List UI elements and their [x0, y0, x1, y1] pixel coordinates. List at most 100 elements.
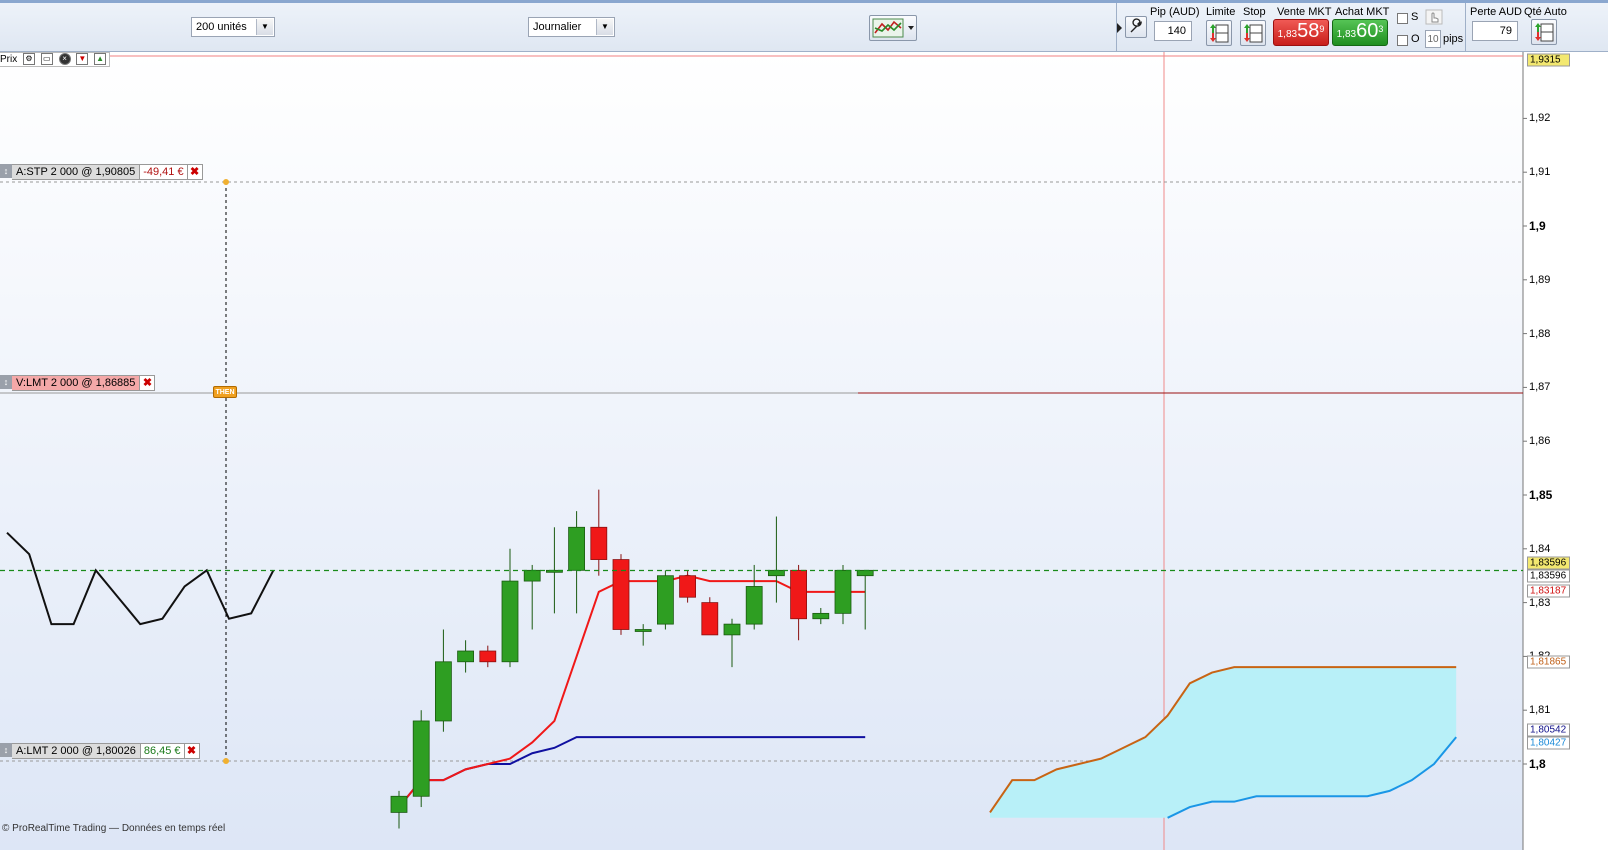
quantity-select[interactable]: 200 unités ▼ [191, 17, 275, 37]
candle-body [434, 661, 452, 722]
candle-body [590, 526, 608, 560]
limit-label: Limite [1206, 6, 1236, 18]
price-axis-tick: 1,88 [1529, 327, 1551, 340]
pips-label: pips [1443, 33, 1464, 45]
buy-price-small: 1,83 [1336, 29, 1357, 40]
s-label: S [1411, 11, 1419, 23]
cancel-order-icon[interactable]: ✖ [184, 743, 200, 759]
price-axis-tick: 1,92 [1529, 112, 1551, 125]
candle-body [634, 629, 652, 632]
price-tag-senkou-a: 1,80427 [1527, 736, 1570, 750]
sell-market-label: Vente MKT [1277, 6, 1332, 18]
cancel-order-icon[interactable]: ✖ [187, 164, 203, 180]
prix-label: Prix [0, 54, 18, 65]
chevron-down-icon: ▼ [256, 19, 273, 35]
order-link-top-handle[interactable] [223, 179, 229, 185]
toolbar-separator [1465, 3, 1466, 51]
loss-input[interactable]: 79 [1472, 21, 1518, 41]
buy-price-big: 60 [1356, 20, 1379, 42]
hand-cursor-icon[interactable] [1425, 8, 1445, 26]
buy-price-sup: 3 [1378, 24, 1384, 34]
then-badge[interactable]: THEN [213, 386, 237, 398]
expand-arrow-icon[interactable] [1117, 23, 1123, 33]
price-axis-tick: 1,84 [1529, 542, 1551, 555]
candle-body [812, 612, 830, 620]
candle-body [701, 602, 719, 636]
price-axis-tick: 1,8 [1529, 757, 1546, 771]
buy-market-button[interactable]: 1,83603 [1332, 19, 1388, 46]
candle-body [390, 795, 408, 813]
trading-toolbar: 200 unités ▼ Journalier ▼ Pip (AUD) 140 … [0, 0, 1608, 52]
order-label-limit-sell[interactable]: ↕ V:LMT 2 000 @ 1,86885 ✖ [0, 375, 156, 391]
price-tag-kijun: 1,80542 [1527, 723, 1570, 737]
wrench-icon [1130, 18, 1142, 33]
price-tag-current: 1,83596 [1527, 556, 1570, 570]
stop-order-button[interactable] [1240, 20, 1266, 46]
order-label-stop-buy[interactable]: ↕ A:STP 2 000 @ 1,90805 -49,41 € ✖ [0, 164, 203, 180]
price-axis-tick: 1,81 [1529, 704, 1551, 717]
window-icon[interactable]: ▭ [40, 53, 53, 66]
drag-handle-icon[interactable]: ↕ [0, 164, 12, 178]
chevron-down-icon: ▼ [596, 19, 613, 35]
order-text: A:STP 2 000 @ 1,90805 [12, 164, 141, 180]
limit-order-button[interactable] [1206, 20, 1232, 46]
price-panel-toolbar: Prix ⚙ ▭ × ▼ ▲ [0, 52, 111, 67]
candle-body [412, 720, 430, 797]
period-select-value: Journalier [533, 21, 582, 33]
cancel-order-icon[interactable]: ✖ [140, 375, 156, 391]
qty-auto-label: Qté Auto [1524, 6, 1567, 18]
chart-footnote: © ProRealTime Trading — Données en temps… [2, 823, 226, 834]
wrench-icon[interactable]: ⚙ [23, 53, 36, 66]
candle-body [523, 569, 541, 582]
pip-input[interactable]: 140 [1154, 21, 1192, 41]
stop-label: Stop [1243, 6, 1266, 18]
candle-body [568, 526, 585, 571]
drag-handle-icon[interactable]: ↕ [0, 743, 12, 757]
price-tag-tenkan: 1,83187 [1527, 584, 1570, 598]
sell-market-button[interactable]: 1,83589 [1273, 19, 1329, 46]
qty-auto-icon [1535, 23, 1554, 42]
price-axis-tick: 1,9 [1529, 219, 1546, 233]
order-pnl: 86,45 € [140, 743, 185, 759]
candle-body [457, 650, 475, 663]
price-axis-tick: 1,89 [1529, 273, 1551, 286]
qty-auto-button[interactable] [1531, 19, 1557, 45]
price-axis-tick: 1,85 [1529, 488, 1553, 502]
close-icon[interactable]: × [58, 53, 71, 66]
price-axis-tick: 1,91 [1529, 166, 1551, 179]
o-checkbox[interactable] [1397, 35, 1408, 46]
candle-body [679, 575, 696, 598]
sell-price-small: 1,83 [1277, 29, 1298, 40]
candle-body [790, 569, 807, 620]
sell-price-sup: 9 [1319, 24, 1325, 34]
buy-market-label: Achat MKT [1335, 6, 1390, 18]
pips-input[interactable]: 10 [1425, 30, 1441, 48]
candle-body [657, 575, 674, 625]
drag-handle-icon[interactable]: ↕ [0, 375, 12, 389]
price-tag-senkou-b: 1,81865 [1527, 655, 1570, 669]
price-tag-top: 1,9315 [1527, 53, 1570, 67]
move-up-icon[interactable]: ▲ [94, 53, 107, 66]
stop-order-icon [1244, 24, 1263, 43]
price-axis-tick: 1,86 [1529, 435, 1551, 448]
settings-button[interactable] [1125, 16, 1147, 38]
quantity-select-value: 200 unités [196, 21, 247, 33]
price-axis-tick: 1,83 [1529, 596, 1551, 609]
price-axis-tick: 1,87 [1529, 381, 1551, 394]
order-pnl: -49,41 € [140, 164, 188, 180]
pip-label: Pip (AUD) [1150, 6, 1200, 18]
s-checkbox[interactable] [1397, 13, 1408, 24]
order-link-bottom-handle[interactable] [223, 758, 229, 764]
period-select[interactable]: Journalier ▼ [528, 17, 615, 37]
order-label-limit-buy[interactable]: ↕ A:LMT 2 000 @ 1,80026 86,45 € ✖ [0, 743, 200, 759]
indicator-chart-icon [872, 18, 914, 38]
move-down-icon[interactable]: ▼ [76, 53, 89, 66]
candle-body [501, 580, 519, 663]
order-text: A:LMT 2 000 @ 1,80026 [12, 743, 141, 759]
o-label: O [1411, 33, 1420, 45]
limit-order-icon [1210, 24, 1229, 43]
candle-body [723, 623, 741, 636]
order-text: V:LMT 2 000 @ 1,86885 [12, 375, 141, 391]
price-chart[interactable] [0, 52, 1608, 850]
indicator-button[interactable] [869, 15, 917, 41]
